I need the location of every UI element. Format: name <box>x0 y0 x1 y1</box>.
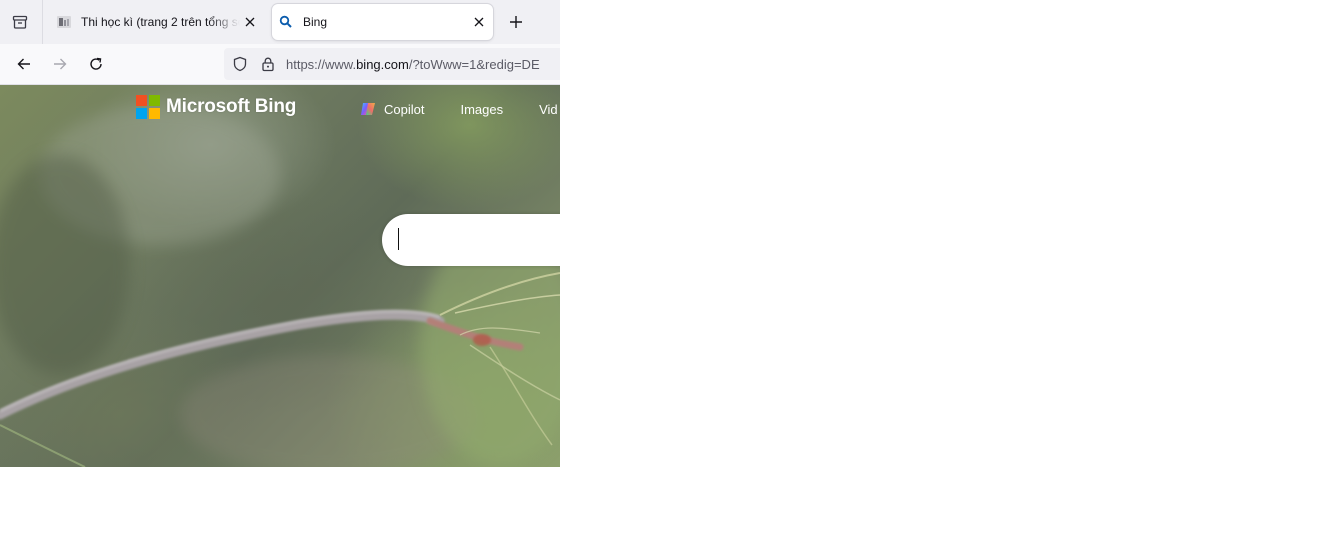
url-host: bing.com <box>356 57 409 72</box>
archive-box-icon <box>12 15 28 29</box>
bing-homepage: Microsoft Bing Copilot Images Vid <box>0 85 560 467</box>
nav-copilot-label: Copilot <box>384 101 425 117</box>
url-prefix: https://www. <box>286 57 357 72</box>
new-tab-button[interactable] <box>502 8 530 36</box>
tab-strip: Thi học kì (trang 2 trên tổng số Bing <box>0 0 560 44</box>
nav-videos[interactable]: Vid <box>539 102 558 117</box>
search-icon <box>278 14 294 30</box>
back-button[interactable] <box>10 50 38 78</box>
tab-title: Bing <box>303 15 328 29</box>
close-tab-button[interactable] <box>240 12 260 32</box>
bing-wordmark: Microsoft Bing <box>166 96 297 117</box>
nav-copilot[interactable]: Copilot <box>360 101 424 117</box>
plus-icon <box>510 16 522 28</box>
tab-title: Thi học kì (trang 2 trên tổng số <box>81 15 240 29</box>
reload-button[interactable] <box>82 50 110 78</box>
bing-logo[interactable]: Microsoft Bing <box>136 95 296 119</box>
url-text[interactable]: https://www.bing.com/?toWww=1&redig=DE <box>286 57 540 72</box>
copilot-icon <box>361 103 375 115</box>
tab-quiz[interactable]: Thi học kì (trang 2 trên tổng số <box>50 4 264 40</box>
lock-icon[interactable] <box>260 56 276 72</box>
shield-icon[interactable] <box>232 56 248 72</box>
navigation-toolbar: https://www.bing.com/?toWww=1&redig=DE <box>0 44 560 85</box>
search-input[interactable] <box>382 214 560 266</box>
tab-strip-divider <box>42 0 43 44</box>
browser-window: Thi học kì (trang 2 trên tổng số Bing ht… <box>0 0 560 467</box>
reload-icon <box>90 57 102 70</box>
text-caret <box>398 228 399 250</box>
close-tab-button[interactable] <box>469 12 489 32</box>
forward-button[interactable] <box>46 50 74 78</box>
tab-manager-button[interactable] <box>6 8 34 36</box>
moodle-icon <box>56 14 72 30</box>
background-image <box>0 105 560 467</box>
arrow-right-icon <box>54 58 67 70</box>
scope-navigation: Copilot Images Vid <box>360 101 558 117</box>
microsoft-logo-icon <box>136 95 160 119</box>
address-bar[interactable]: https://www.bing.com/?toWww=1&redig=DE <box>224 48 560 80</box>
tab-bing[interactable]: Bing <box>272 4 493 40</box>
nav-images[interactable]: Images <box>460 102 503 117</box>
arrow-left-icon <box>17 58 30 70</box>
url-path: /?toWww=1&redig=DE <box>408 57 540 72</box>
close-icon <box>474 17 484 27</box>
close-icon <box>245 17 255 27</box>
